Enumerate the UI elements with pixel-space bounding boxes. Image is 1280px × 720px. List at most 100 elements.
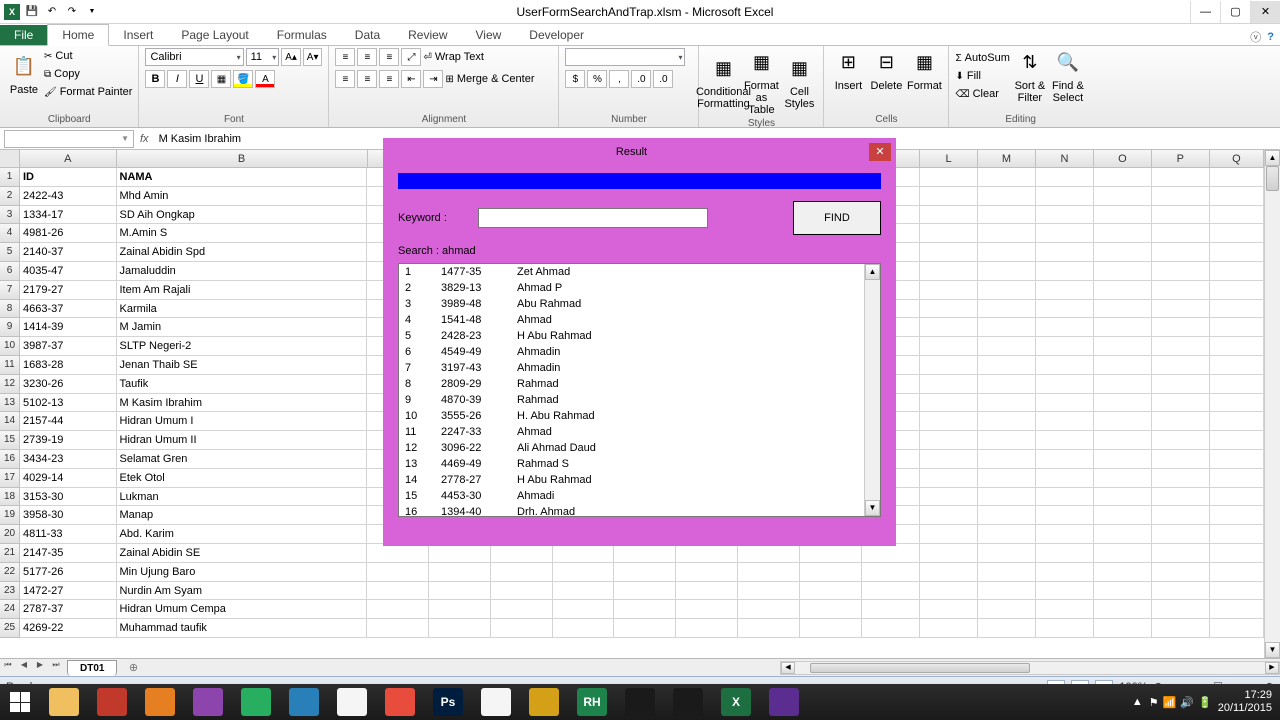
tab-nav-first-icon[interactable]: ⏮ [0,660,16,676]
cell[interactable] [1210,281,1264,300]
cell[interactable] [920,431,978,450]
cell[interactable] [978,506,1036,525]
cell[interactable] [553,563,615,582]
cell[interactable] [1210,187,1264,206]
cell[interactable] [1036,300,1094,319]
tray-flag-icon[interactable]: ⚑ [1149,696,1159,709]
cell[interactable] [1152,619,1210,638]
cell[interactable] [978,582,1036,601]
tab-nav-next-icon[interactable]: ▶ [32,660,48,676]
cell[interactable] [920,337,978,356]
cell[interactable] [1036,281,1094,300]
row-header[interactable]: 2 [0,187,20,206]
cell[interactable] [1094,600,1152,619]
find-button[interactable]: FIND [793,201,881,235]
cell[interactable] [1036,563,1094,582]
taskbar-app-icon[interactable] [232,684,280,720]
cell-styles-button[interactable]: ▦Cell Styles [781,54,817,110]
cell[interactable] [1094,619,1152,638]
cell[interactable] [978,224,1036,243]
cell[interactable] [1094,356,1152,375]
column-header[interactable]: N [1036,150,1094,168]
list-item[interactable]: 142778-27H Abu Rahmad [399,472,880,488]
cell[interactable]: Hidran Umum Cempa [117,600,367,619]
tray-network-icon[interactable]: 📶 [1163,696,1177,709]
cell[interactable]: 4035-47 [20,262,117,281]
cell[interactable]: 5177-26 [20,563,117,582]
cell[interactable]: SLTP Negeri-2 [117,337,367,356]
tab-nav-prev-icon[interactable]: ◀ [16,660,32,676]
cell[interactable]: Taufik [117,375,367,394]
cell[interactable] [1036,318,1094,337]
cell[interactable] [920,506,978,525]
cell[interactable] [920,168,978,187]
list-item[interactable]: 134469-49Rahmad S [399,456,880,472]
cell[interactable] [862,619,920,638]
cell[interactable]: Lukman [117,488,367,507]
cell[interactable] [1094,394,1152,413]
cell[interactable] [920,619,978,638]
cell[interactable]: Selamat Gren [117,450,367,469]
row-header[interactable]: 14 [0,412,20,431]
cell[interactable] [920,187,978,206]
cell[interactable] [1152,563,1210,582]
cell[interactable] [429,563,491,582]
align-left-icon[interactable]: ≡ [335,70,355,88]
cell[interactable] [1152,544,1210,563]
cell[interactable] [1152,525,1210,544]
cell[interactable] [429,619,491,638]
cell[interactable] [920,394,978,413]
row-header[interactable]: 11 [0,356,20,375]
cell[interactable] [367,619,429,638]
paste-button[interactable]: 📋Paste [6,52,42,96]
list-item[interactable]: 23829-13Ahmad P [399,280,880,296]
column-header[interactable]: B [117,150,368,168]
increase-indent-icon[interactable]: ⇥ [423,70,443,88]
number-format-combo[interactable] [565,48,685,66]
increase-decimal-icon[interactable]: .0 [631,70,651,88]
cell[interactable] [553,582,615,601]
cell[interactable] [1036,224,1094,243]
cell[interactable]: M Kasim Ibrahim [117,394,367,413]
cell[interactable] [1036,243,1094,262]
cell[interactable] [978,300,1036,319]
taskbar-app-icon[interactable] [328,684,376,720]
help-icon[interactable]: ? [1267,31,1274,43]
cell[interactable] [1152,224,1210,243]
cell[interactable]: 4811-33 [20,525,117,544]
cell[interactable] [1152,281,1210,300]
cell[interactable]: Abd. Karim [117,525,367,544]
start-button[interactable] [0,684,40,720]
cell[interactable] [1152,488,1210,507]
scroll-down-icon[interactable]: ▼ [1265,642,1280,658]
cell[interactable] [978,488,1036,507]
cell[interactable] [738,582,800,601]
qat-dropdown-icon[interactable]: ▼ [84,4,100,20]
restore-button[interactable]: ▢ [1220,1,1250,23]
taskbar-app-icon[interactable] [40,684,88,720]
format-painter-button[interactable]: 🖌 Format Painter [44,84,132,100]
taskbar-app-icon[interactable] [472,684,520,720]
orientation-icon[interactable]: ⤢ [401,48,421,66]
cell[interactable] [738,600,800,619]
cell[interactable] [978,206,1036,225]
row-header[interactable]: 4 [0,224,20,243]
cell[interactable] [738,544,800,563]
cell[interactable] [920,600,978,619]
clock[interactable]: 17:29 20/11/2015 [1218,689,1272,715]
cell[interactable] [800,582,862,601]
cell[interactable] [920,450,978,469]
cell[interactable] [920,525,978,544]
sort-filter-button[interactable]: ⇅Sort & Filter [1012,48,1048,104]
cell[interactable]: Hidran Umum I [117,412,367,431]
column-header[interactable]: L [920,150,978,168]
cell[interactable] [1094,431,1152,450]
cell[interactable] [1210,431,1264,450]
cell[interactable]: 2787-37 [20,600,117,619]
cell[interactable] [1094,469,1152,488]
cell[interactable]: 2179-27 [20,281,117,300]
cell[interactable] [978,243,1036,262]
cell[interactable] [920,224,978,243]
cell[interactable] [1094,525,1152,544]
taskbar-app-icon[interactable] [520,684,568,720]
